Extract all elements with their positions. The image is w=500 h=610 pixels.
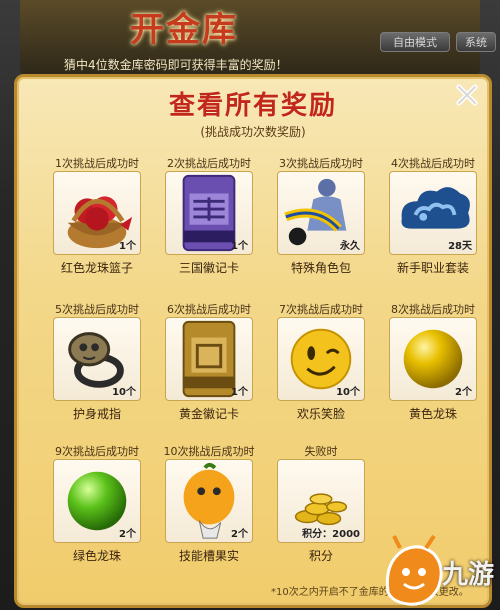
reward-quantity: 1个 bbox=[231, 387, 248, 398]
reward-cell-7[interactable]: 7次挑战后成功时 10个 欢乐笑脸 bbox=[265, 301, 377, 441]
reward-name: 积分 bbox=[308, 549, 333, 563]
reward-cell-9[interactable]: 9次挑战后成功时 2个 绿色龙珠 bbox=[41, 443, 153, 583]
reward-cell-2[interactable]: 2次挑战后成功时 1个 三国徽记卡 bbox=[153, 155, 265, 295]
reward-condition: 4次挑战后成功时 bbox=[391, 157, 475, 170]
reward-slot: 2个 bbox=[389, 317, 477, 401]
reward-condition: 失败时 bbox=[304, 445, 338, 458]
reward-slot: 1个 bbox=[165, 171, 253, 255]
reward-name: 绿色龙珠 bbox=[72, 549, 121, 563]
panel-subtitle: (挑战成功次数奖励) bbox=[200, 125, 306, 139]
reward-slot: 永久 bbox=[277, 171, 365, 255]
panel-title: 查看所有奖励 bbox=[168, 91, 337, 121]
reward-quantity: 10个 bbox=[112, 387, 136, 398]
reward-slot: 积分：2000 bbox=[277, 459, 365, 543]
reward-name: 技能槽果实 bbox=[178, 549, 239, 563]
reward-slot: 28天 bbox=[389, 171, 477, 255]
reward-condition: 10次挑战后成功时 bbox=[163, 445, 255, 458]
reward-name: 黄金徽记卡 bbox=[178, 407, 239, 421]
reward-quantity: 积分：2000 bbox=[302, 529, 360, 540]
reward-slot: 10个 bbox=[53, 317, 141, 401]
reward-quantity: 1个 bbox=[119, 241, 136, 252]
rewards-panel: 查看所有奖励 (挑战成功次数奖励) 1次挑战后成功时 1个 红色龙珠篮子 2次挑… bbox=[14, 74, 492, 608]
reward-cell-10[interactable]: 10次挑战后成功时 2个 技能槽果实 bbox=[153, 443, 265, 583]
reward-slot: 10个 bbox=[277, 317, 365, 401]
reward-cell-8[interactable]: 8次挑战后成功时 2个 黄色龙珠 bbox=[377, 301, 489, 441]
page-subtitle: 猜中4位数金库密码即可获得丰富的奖励！ bbox=[64, 58, 288, 72]
close-icon bbox=[456, 84, 478, 106]
reward-name: 护身戒指 bbox=[72, 407, 121, 421]
reward-cell-3[interactable]: 3次挑战后成功时 永久 特殊角色包 bbox=[265, 155, 377, 295]
reward-name: 欢乐笑脸 bbox=[296, 407, 345, 421]
reward-slot: 2个 bbox=[53, 459, 141, 543]
reward-condition: 7次挑战后成功时 bbox=[279, 303, 363, 316]
reward-slot: 2个 bbox=[165, 459, 253, 543]
reward-quantity: 永久 bbox=[340, 241, 360, 252]
reward-condition: 3次挑战后成功时 bbox=[279, 157, 363, 170]
system-button[interactable]: 系统 bbox=[456, 32, 496, 52]
reward-condition: 8次挑战后成功时 bbox=[391, 303, 475, 316]
reward-quantity: 1个 bbox=[231, 241, 248, 252]
reward-condition: 2次挑战后成功时 bbox=[167, 157, 251, 170]
reward-quantity: 2个 bbox=[119, 529, 136, 540]
reward-cell-11[interactable]: 失败时 积分：2000 积分 bbox=[265, 443, 377, 583]
close-button[interactable] bbox=[451, 79, 483, 111]
watermark-text: 九游 bbox=[442, 560, 495, 590]
reward-quantity: 10个 bbox=[336, 387, 360, 398]
reward-quantity: 2个 bbox=[231, 529, 248, 540]
reward-cell-4[interactable]: 4次挑战后成功时 28天 新手职业套装 bbox=[377, 155, 489, 295]
reward-cell-6[interactable]: 6次挑战后成功时 1个 黄金徽记卡 bbox=[153, 301, 265, 441]
reward-condition: 5次挑战后成功时 bbox=[55, 303, 139, 316]
reward-cell-5[interactable]: 5次挑战后成功时 10个 护身戒指 bbox=[41, 301, 153, 441]
free-mode-button[interactable]: 自由模式 bbox=[380, 32, 450, 52]
reward-slot: 1个 bbox=[53, 171, 141, 255]
reward-cell-1[interactable]: 1次挑战后成功时 1个 红色龙珠篮子 bbox=[41, 155, 153, 295]
reward-name: 黄色龙珠 bbox=[408, 407, 457, 421]
reward-name: 红色龙珠篮子 bbox=[60, 261, 133, 275]
reward-condition: 9次挑战后成功时 bbox=[55, 445, 139, 458]
reward-name: 新手职业套装 bbox=[396, 261, 469, 275]
reward-quantity: 28天 bbox=[448, 241, 472, 252]
page-title: 开金库 bbox=[130, 10, 238, 50]
reward-name: 三国徽记卡 bbox=[178, 261, 239, 275]
reward-name: 特殊角色包 bbox=[290, 261, 351, 275]
reward-condition: 6次挑战后成功时 bbox=[167, 303, 251, 316]
reward-condition: 1次挑战后成功时 bbox=[55, 157, 139, 170]
reward-slot: 1个 bbox=[165, 317, 253, 401]
reward-quantity: 2个 bbox=[455, 387, 472, 398]
